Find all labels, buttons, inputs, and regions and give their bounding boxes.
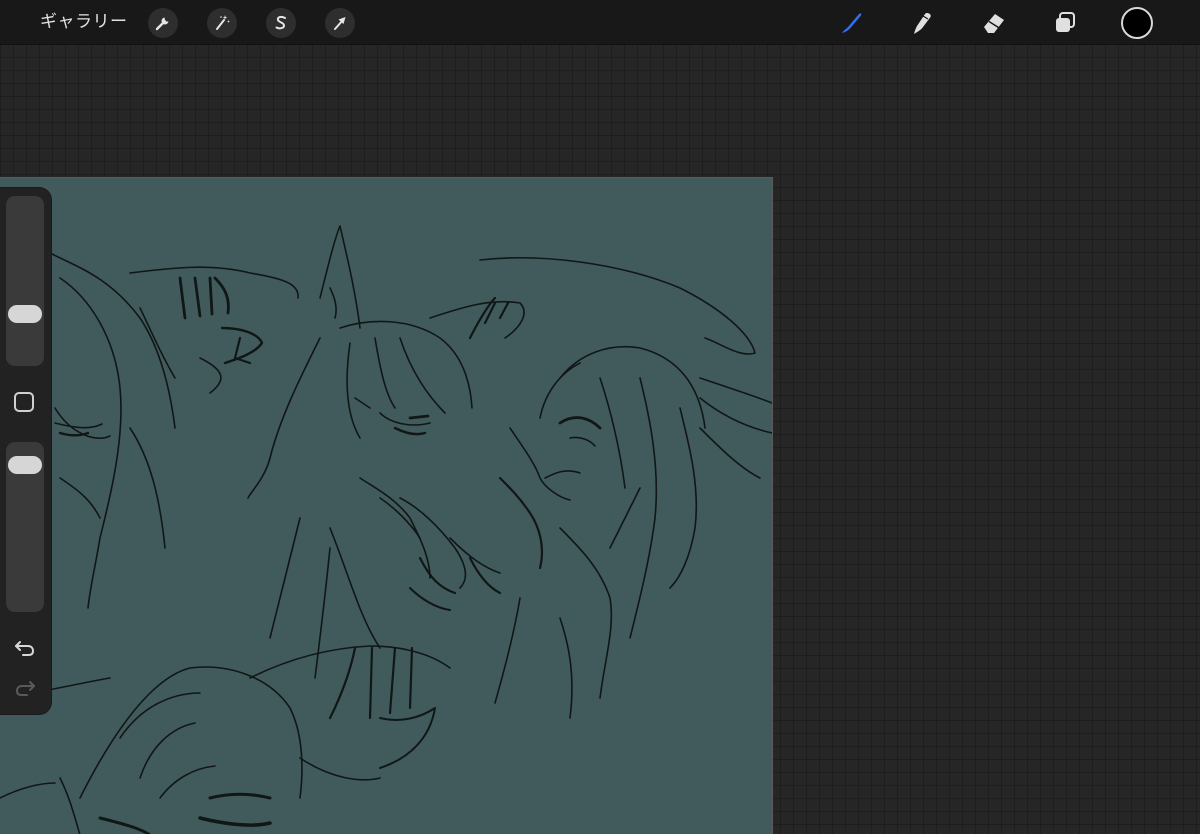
color-picker-button[interactable] — [1121, 7, 1153, 39]
sketch-artwork — [0, 178, 772, 834]
eraser-icon — [984, 14, 1004, 33]
opacity-slider-thumb[interactable] — [8, 455, 42, 474]
smudge-tool-button[interactable] — [905, 6, 939, 40]
square-modifier-icon[interactable] — [14, 392, 34, 412]
gallery-button[interactable]: ギャラリー — [40, 10, 128, 34]
arrow-cursor-icon — [334, 17, 346, 30]
redo-icon — [15, 681, 35, 696]
smudge-finger-icon — [914, 12, 931, 34]
selection-button[interactable] — [266, 8, 296, 38]
undo-button[interactable] — [11, 636, 39, 660]
undo-icon — [15, 641, 35, 656]
top-toolbar: ギャラリー — [0, 0, 1200, 45]
brush-size-slider-thumb[interactable] — [8, 304, 42, 323]
layers-button[interactable] — [1048, 6, 1082, 40]
wrench-icon — [155, 17, 169, 31]
brush-sidebar — [0, 188, 51, 714]
eraser-tool-button[interactable] — [977, 6, 1011, 40]
selection-s-icon — [275, 15, 286, 30]
brush-size-slider[interactable] — [6, 196, 44, 366]
drawing-canvas[interactable] — [0, 177, 773, 834]
brush-tool-button[interactable] — [834, 6, 868, 40]
transform-button[interactable] — [325, 8, 355, 38]
magic-wand-icon — [216, 15, 230, 30]
actions-button[interactable] — [148, 8, 178, 38]
adjustments-button[interactable] — [207, 8, 237, 38]
opacity-slider[interactable] — [6, 442, 44, 612]
layers-icon — [1056, 12, 1075, 32]
redo-button[interactable] — [11, 676, 39, 700]
brush-icon — [842, 13, 862, 33]
